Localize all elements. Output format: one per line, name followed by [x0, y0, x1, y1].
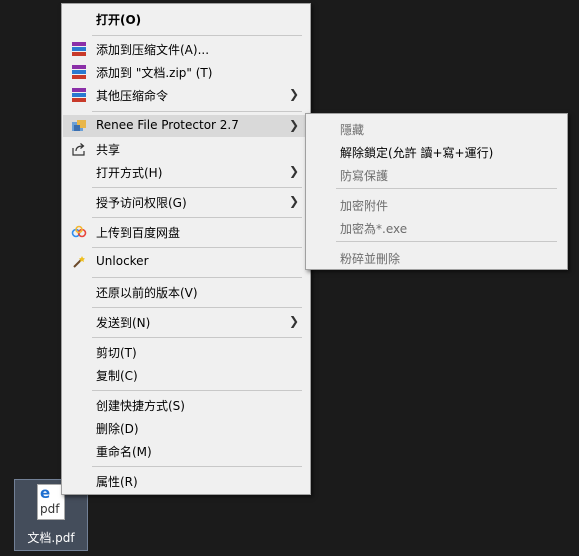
desktop-file-label: 文档.pdf — [27, 531, 75, 545]
menu-item-label: 剪切(T) — [96, 346, 137, 360]
menu-separator — [92, 111, 302, 112]
menu-separator — [336, 241, 557, 242]
menu-item-send-to[interactable]: 发送到(N) ❯ — [63, 311, 309, 333]
menu-item-label: 上传到百度网盘 — [96, 226, 181, 240]
submenu-item-label: 解除鎖定(允許 讀+寫+運行) — [340, 146, 494, 160]
menu-item-baidu-upload[interactable]: 上传到百度网盘 — [63, 221, 309, 243]
winrar-icon — [71, 65, 87, 79]
menu-item-label: 重命名(M) — [96, 445, 152, 459]
chevron-right-icon: ❯ — [288, 194, 299, 208]
menu-item-label: 打开方式(H) — [96, 166, 163, 180]
menu-item-label: 添加到 "文档.zip" (T) — [96, 66, 213, 80]
menu-separator — [92, 35, 302, 36]
menu-separator — [92, 247, 302, 248]
submenu-item-label: 加密為*.exe — [340, 222, 408, 236]
menu-item-share[interactable]: 共享 — [63, 138, 309, 160]
share-icon — [71, 142, 87, 156]
menu-item-open-with[interactable]: 打开方式(H) ❯ — [63, 161, 309, 183]
menu-item-cut[interactable]: 剪切(T) — [63, 341, 309, 363]
context-menu: 打开(O) 添加到压缩文件(A)... 添加到 "文档.zip" (T) 其他压… — [61, 3, 311, 495]
menu-item-create-shortcut[interactable]: 创建快捷方式(S) — [63, 394, 309, 416]
chevron-right-icon: ❯ — [288, 87, 299, 101]
menu-item-unlocker[interactable]: Unlocker — [63, 251, 309, 273]
baidu-netdisk-icon — [71, 225, 87, 239]
submenu-item-hide[interactable]: 隱藏 — [307, 117, 566, 139]
menu-item-label: Renee File Protector 2.7 — [96, 118, 239, 132]
submenu-item-shred-delete[interactable]: 粉碎並刪除 — [307, 246, 566, 268]
menu-item-add-zip[interactable]: 添加到 "文档.zip" (T) — [63, 61, 309, 83]
menu-item-label: 授予访问权限(G) — [96, 196, 187, 210]
edge-logo-icon: e — [40, 484, 51, 502]
menu-item-restore-versions[interactable]: 还原以前的版本(V) — [63, 281, 309, 303]
menu-item-copy[interactable]: 复制(C) — [63, 364, 309, 386]
menu-separator — [92, 390, 302, 391]
submenu-item-label: 防寫保護 — [340, 169, 389, 183]
menu-item-other-compress[interactable]: 其他压缩命令 ❯ — [63, 84, 309, 106]
magic-wand-icon — [71, 255, 87, 269]
renee-submenu: 隱藏 解除鎖定(允許 讀+寫+運行) 防寫保護 加密附件 加密為*.exe 粉碎… — [305, 113, 568, 270]
menu-item-renee-file-protector[interactable]: Renee File Protector 2.7 ❯ — [63, 115, 309, 137]
submenu-item-label: 加密附件 — [340, 199, 389, 213]
menu-item-label: 复制(C) — [96, 369, 138, 383]
chevron-right-icon: ❯ — [288, 314, 299, 328]
chevron-right-icon: ❯ — [288, 164, 299, 178]
menu-separator — [92, 187, 302, 188]
menu-item-label: 共享 — [96, 143, 121, 157]
winrar-icon — [71, 42, 87, 56]
menu-separator — [92, 277, 302, 278]
submenu-item-label: 隱藏 — [340, 123, 365, 137]
submenu-item-encrypt-exe[interactable]: 加密為*.exe — [307, 216, 566, 238]
menu-item-grant-access[interactable]: 授予访问权限(G) ❯ — [63, 191, 309, 213]
menu-separator — [92, 337, 302, 338]
menu-separator — [336, 188, 557, 189]
menu-item-open[interactable]: 打开(O) — [63, 8, 309, 30]
menu-item-rename[interactable]: 重命名(M) — [63, 440, 309, 462]
menu-item-label: Unlocker — [96, 254, 149, 268]
menu-item-label: 还原以前的版本(V) — [96, 286, 198, 300]
menu-item-label: 添加到压缩文件(A)... — [96, 43, 210, 57]
submenu-item-label: 粉碎並刪除 — [340, 252, 401, 266]
menu-item-delete[interactable]: 删除(D) — [63, 417, 309, 439]
winrar-icon — [71, 88, 87, 102]
submenu-item-unlock[interactable]: 解除鎖定(允許 讀+寫+運行) — [307, 140, 566, 162]
menu-item-label: 创建快捷方式(S) — [96, 399, 185, 413]
chevron-right-icon: ❯ — [288, 118, 299, 132]
submenu-item-write-protect[interactable]: 防寫保護 — [307, 163, 566, 185]
menu-item-label: 其他压缩命令 — [96, 89, 169, 103]
renee-icon — [71, 119, 87, 133]
pdf-icon-text: pdf — [40, 502, 60, 516]
menu-item-properties[interactable]: 属性(R) — [63, 470, 309, 492]
menu-item-label: 属性(R) — [96, 475, 138, 489]
menu-item-add-archive[interactable]: 添加到压缩文件(A)... — [63, 38, 309, 60]
menu-item-label: 删除(D) — [96, 422, 139, 436]
menu-separator — [92, 466, 302, 467]
menu-item-label: 打开(O) — [96, 13, 142, 27]
menu-separator — [92, 217, 302, 218]
menu-separator — [92, 307, 302, 308]
submenu-item-encrypt-attachment[interactable]: 加密附件 — [307, 193, 566, 215]
menu-item-label: 发送到(N) — [96, 316, 151, 330]
